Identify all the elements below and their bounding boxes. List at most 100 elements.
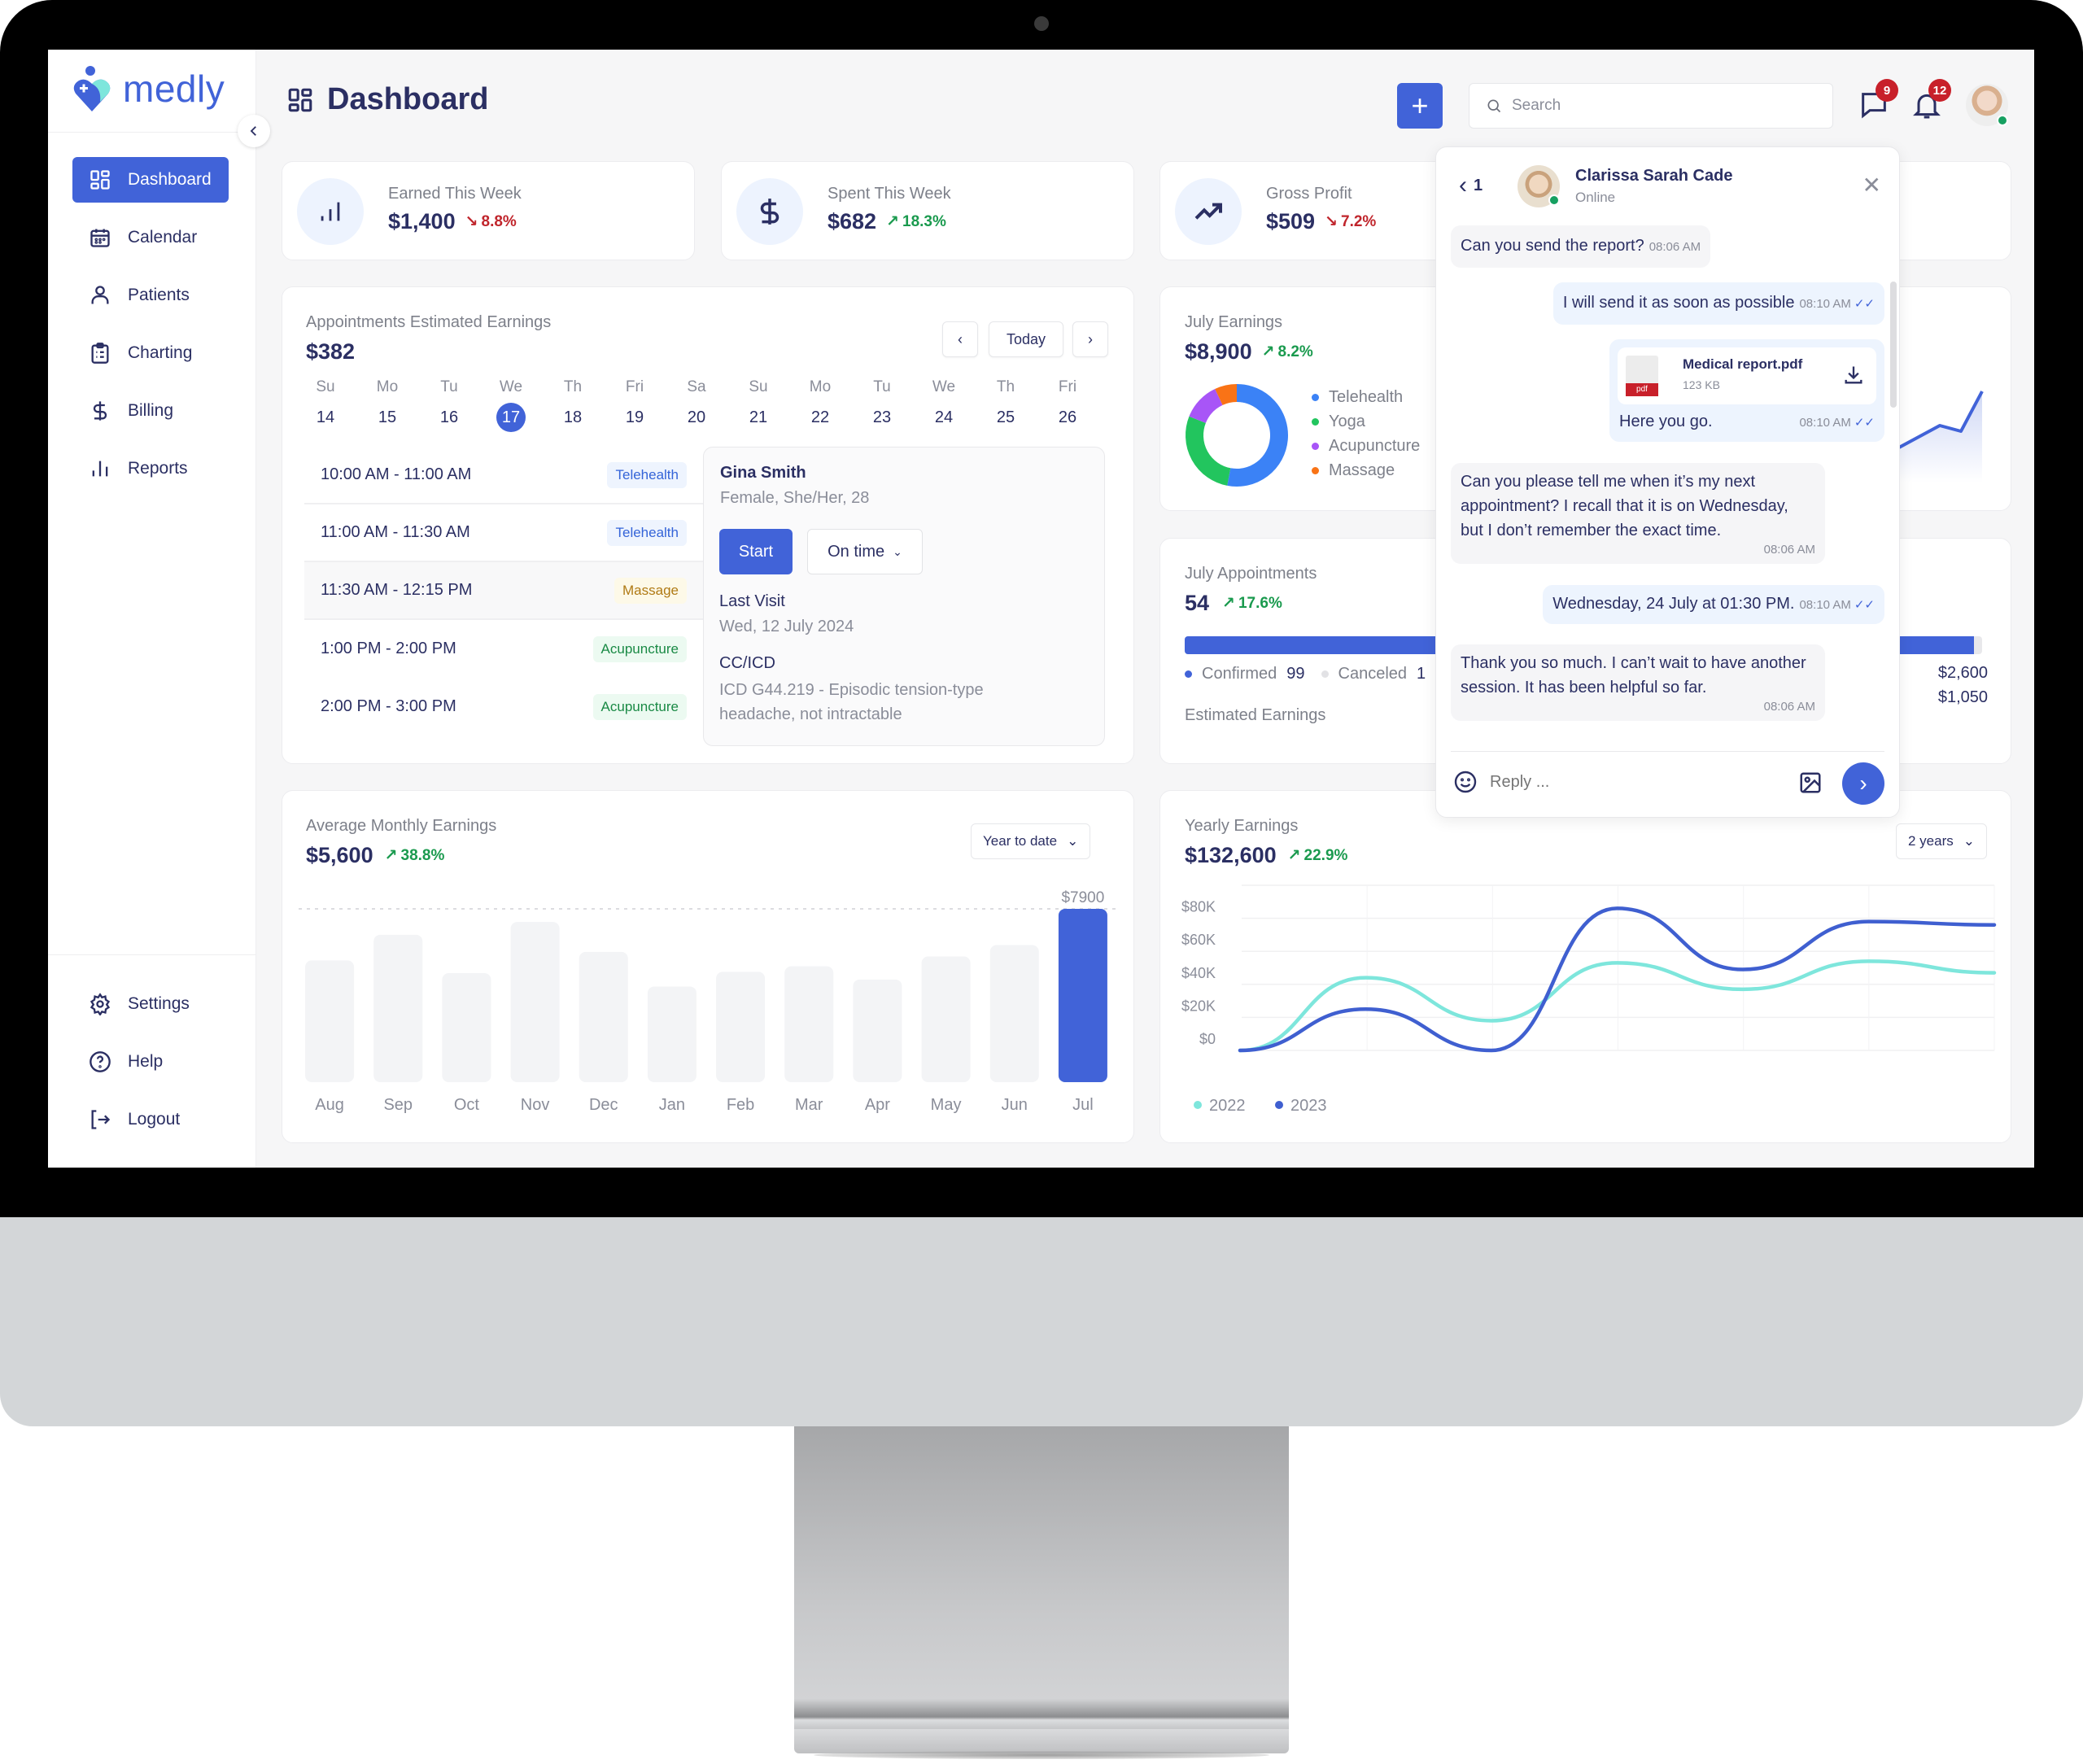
trend-up-icon: ↗ bbox=[1261, 343, 1275, 360]
sidebar-item-calendar[interactable]: Calendar bbox=[72, 215, 229, 260]
prev-week-button[interactable]: ‹ bbox=[942, 321, 978, 357]
x-tick-label: Nov bbox=[521, 1096, 550, 1114]
y-tick-label: $40K bbox=[1181, 965, 1216, 981]
brand-name: medly bbox=[123, 68, 225, 110]
legend-dot-2022 bbox=[1194, 1101, 1202, 1109]
range-value: 2 years bbox=[1908, 833, 1954, 849]
july-earnings-value-row: $8,900 ↗ 8.2% bbox=[1185, 339, 1313, 365]
reply-input[interactable] bbox=[1490, 767, 1758, 797]
notifications-button[interactable]: 12 bbox=[1911, 79, 1951, 124]
stat-delta-value: 7.2% bbox=[1341, 212, 1377, 230]
image-icon[interactable] bbox=[1798, 771, 1823, 795]
sidebar-item-billing[interactable]: Billing bbox=[72, 388, 229, 434]
file-attachment[interactable]: pdf Medical report.pdf 123 KB bbox=[1618, 347, 1876, 404]
bar-sep[interactable] bbox=[373, 934, 423, 1082]
appointment-slot[interactable]: 1:00 PM - 2:00 PM Acupuncture bbox=[304, 620, 703, 678]
calendar-day[interactable]: Fri 19 bbox=[618, 378, 651, 432]
bar-aug[interactable] bbox=[305, 960, 355, 1082]
calendar-day[interactable]: Su 14 bbox=[309, 378, 342, 432]
bar-jun[interactable] bbox=[989, 945, 1039, 1082]
slot-time: 11:00 AM - 11:30 AM bbox=[321, 523, 470, 541]
appointment-slot[interactable]: 11:00 AM - 11:30 AM Telehealth bbox=[304, 504, 703, 562]
slot-time: 1:00 PM - 2:00 PM bbox=[321, 640, 456, 657]
sidebar-item-reports[interactable]: Reports bbox=[72, 446, 229, 491]
sidebar-item-label: Billing bbox=[128, 401, 174, 420]
appointment-slot[interactable]: 2:00 PM - 3:00 PM Acupuncture bbox=[304, 678, 703, 736]
calendar-day[interactable]: We 24 bbox=[928, 378, 960, 432]
yearly-title: Yearly Earnings bbox=[1185, 817, 1299, 835]
stat-icon-wrap bbox=[736, 178, 803, 245]
appointments-title: Appointments Estimated Earnings bbox=[306, 313, 552, 331]
calendar-day[interactable]: Mo 15 bbox=[371, 378, 404, 432]
x-tick-label: Aug bbox=[315, 1096, 344, 1114]
chat-back-button[interactable]: ‹ 1 bbox=[1459, 172, 1483, 199]
bar-apr[interactable] bbox=[853, 979, 902, 1082]
start-button[interactable]: Start bbox=[719, 529, 793, 574]
avg-monthly-value: $5,600 bbox=[306, 843, 373, 867]
bar-mar[interactable] bbox=[784, 966, 834, 1082]
x-tick-label: Sep bbox=[383, 1096, 413, 1114]
calendar-day[interactable]: Th 18 bbox=[557, 378, 589, 432]
clipboard-icon bbox=[91, 343, 109, 364]
day-name: Su bbox=[316, 378, 335, 395]
avg-monthly-range-dropdown[interactable]: Year to date ⌄ bbox=[971, 823, 1091, 859]
july-appointments-delta: ↗ 17.6% bbox=[1222, 594, 1282, 613]
send-button[interactable]: › bbox=[1842, 762, 1884, 805]
search-input[interactable]: Search bbox=[1469, 83, 1833, 129]
calendar-day[interactable]: Th 25 bbox=[989, 378, 1022, 432]
bar-feb[interactable] bbox=[716, 972, 766, 1082]
bar-nov[interactable] bbox=[510, 922, 560, 1082]
user-avatar[interactable] bbox=[1966, 84, 2008, 126]
chevron-down-icon: ⌄ bbox=[1963, 833, 1975, 849]
calendar-day[interactable]: Su 21 bbox=[742, 378, 775, 432]
chevron-right-icon: › bbox=[1088, 330, 1093, 347]
sidebar-item-dashboard[interactable]: Dashboard bbox=[72, 157, 229, 203]
appointment-slot[interactable]: 10:00 AM - 11:00 AM Telehealth bbox=[304, 447, 703, 504]
sidebar-item-charting[interactable]: Charting bbox=[72, 330, 229, 376]
trending-up-icon bbox=[1194, 203, 1222, 220]
chat-scrollbar[interactable] bbox=[1890, 282, 1897, 408]
sidebar-item-logout[interactable]: Logout bbox=[72, 1097, 229, 1142]
camera bbox=[1034, 16, 1049, 31]
notifications-badge: 12 bbox=[1928, 79, 1951, 102]
calendar-day[interactable]: Mo 22 bbox=[804, 378, 836, 432]
bar-jan[interactable] bbox=[647, 986, 697, 1082]
bar-dec[interactable] bbox=[579, 951, 628, 1082]
messages-button[interactable]: 9 bbox=[1858, 79, 1898, 124]
bar-jul[interactable] bbox=[1058, 909, 1107, 1082]
chat-message: Wednesday, 24 July at 01:30 PM. 08:10 AM ✓… bbox=[1543, 585, 1884, 624]
patient-info: Female, She/Her, 28 bbox=[720, 489, 870, 507]
x-tick-label: Mar bbox=[795, 1096, 823, 1114]
today-label: Today bbox=[1006, 330, 1046, 347]
sidebar-item-settings[interactable]: Settings bbox=[72, 981, 229, 1027]
sidebar-item-help[interactable]: Help bbox=[72, 1039, 229, 1085]
download-icon[interactable] bbox=[1842, 364, 1865, 386]
emoji-icon[interactable] bbox=[1452, 769, 1478, 795]
close-chat-button[interactable]: ✕ bbox=[1862, 172, 1881, 199]
day-name: Tu bbox=[873, 378, 891, 395]
appointment-slot[interactable]: 11:30 AM - 12:15 PM Massage bbox=[304, 562, 703, 620]
bar-may[interactable] bbox=[921, 956, 971, 1082]
day-date: 21 bbox=[749, 408, 768, 426]
calendar-day[interactable]: Fri 26 bbox=[1051, 378, 1084, 432]
status-dropdown[interactable]: On time ⌄ bbox=[807, 529, 923, 574]
calendar-day[interactable]: Sa 20 bbox=[680, 378, 713, 432]
stat-card-spent: Spent This Week $682 ↗ 18.3% bbox=[721, 161, 1134, 260]
sidebar-item-patients[interactable]: Patients bbox=[72, 273, 229, 318]
unread-count: 1 bbox=[1474, 176, 1483, 194]
slot-type-tag: Telehealth bbox=[607, 519, 687, 546]
y-tick-label: $20K bbox=[1181, 998, 1216, 1014]
calendar-day[interactable]: Tu 23 bbox=[866, 378, 898, 432]
today-button[interactable]: Today bbox=[989, 321, 1063, 357]
bar-oct[interactable] bbox=[442, 972, 491, 1082]
next-week-button[interactable]: › bbox=[1072, 321, 1108, 357]
add-button[interactable]: + bbox=[1397, 83, 1443, 129]
avg-monthly-card: Average Monthly Earnings $5,600 ↗ 38.8% Y… bbox=[282, 790, 1134, 1143]
calendar-day[interactable]: Tu 16 bbox=[433, 378, 465, 432]
logo[interactable]: medly bbox=[72, 64, 225, 113]
calendar-day[interactable]: We 17 bbox=[495, 378, 527, 432]
yearly-range-dropdown[interactable]: 2 years ⌄ bbox=[1896, 823, 1987, 859]
collapse-sidebar-button[interactable] bbox=[238, 115, 270, 147]
file-size: 123 KB bbox=[1683, 378, 1720, 391]
estimated-value: $1,050 bbox=[1937, 688, 1988, 706]
